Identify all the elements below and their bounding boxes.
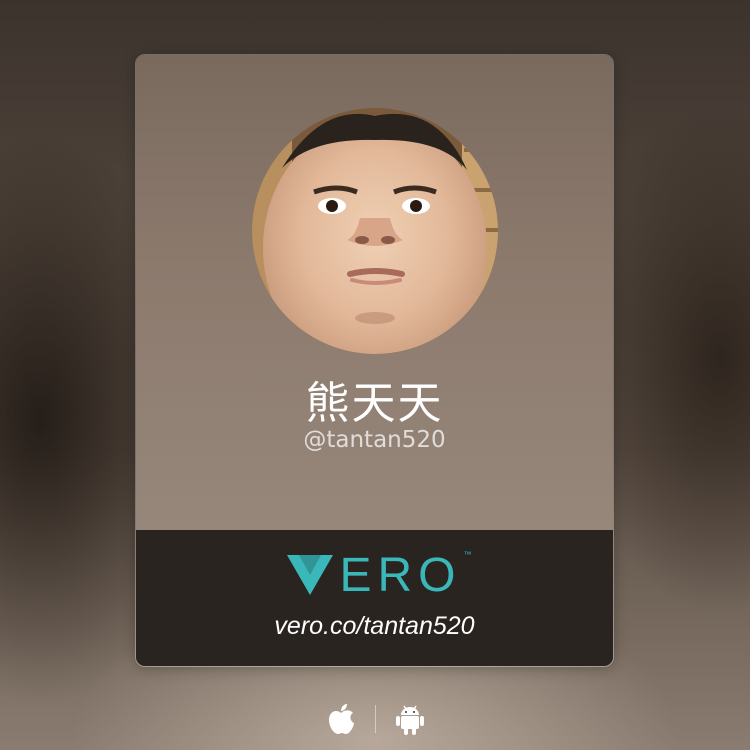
username-handle: @tantan520: [303, 427, 446, 453]
platform-links: [0, 700, 750, 738]
vero-wordmark-text: ERO: [339, 548, 462, 602]
avatar-photo: [252, 108, 498, 354]
apple-icon[interactable]: [327, 703, 355, 735]
profile-card: 熊天天 @tantan520 ERO ™ vero.co/tantan520: [135, 54, 614, 667]
vero-logo: ERO ™: [136, 548, 613, 603]
android-icon[interactable]: [395, 703, 424, 735]
brand-footer: ERO ™ vero.co/tantan520: [136, 530, 613, 666]
profile-url-link[interactable]: vero.co/tantan520: [136, 612, 613, 641]
vero-wordmark: ERO ™: [339, 548, 471, 603]
platform-divider: [374, 705, 376, 733]
trademark-symbol: ™: [463, 549, 472, 559]
avatar[interactable]: [252, 108, 498, 354]
display-name: 熊天天: [305, 378, 444, 429]
vero-v-mark-icon: [287, 555, 334, 595]
profile-header: 熊天天 @tantan520: [136, 55, 613, 530]
